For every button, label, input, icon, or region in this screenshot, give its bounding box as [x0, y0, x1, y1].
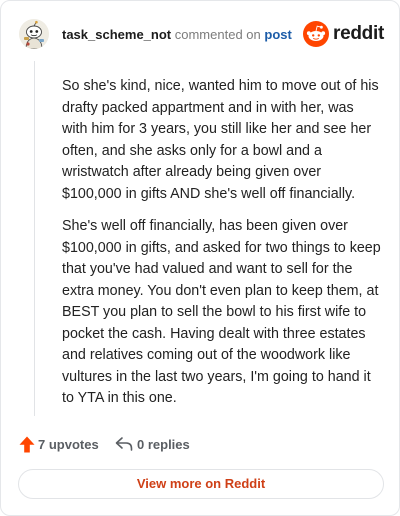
comment-body: So she's kind, nice, wanted him to move … — [62, 76, 382, 410]
snoo-avatar-icon — [19, 19, 49, 49]
upvote-count: 7 upvotes — [38, 437, 99, 452]
upvote-arrow-icon — [19, 436, 35, 453]
comment-header: task_scheme_not commented on post reddit — [19, 19, 384, 49]
thread-line — [34, 61, 35, 416]
comment-paragraph: She's well off financially, has been giv… — [62, 218, 381, 406]
commented-on-text: commented on — [174, 27, 261, 42]
reddit-logo-icon — [303, 21, 329, 47]
post-link[interactable]: post — [264, 27, 291, 42]
view-more-button[interactable]: View more on Reddit — [18, 469, 384, 499]
comment-paragraph: So she's kind, nice, wanted him to move … — [62, 78, 379, 202]
user-avatar[interactable] — [19, 19, 49, 49]
reply-count: 0 replies — [137, 437, 190, 452]
comment-byline: task_scheme_not commented on post — [62, 27, 292, 42]
username-link[interactable]: task_scheme_not — [62, 27, 171, 42]
comment-embed-card: task_scheme_not commented on post reddit… — [0, 0, 400, 516]
reddit-wordmark: reddit — [333, 23, 384, 44]
reddit-brand[interactable]: reddit — [303, 19, 384, 49]
reply-icon — [115, 437, 133, 451]
comment-actions: 7 upvotes 0 replies — [19, 435, 381, 455]
